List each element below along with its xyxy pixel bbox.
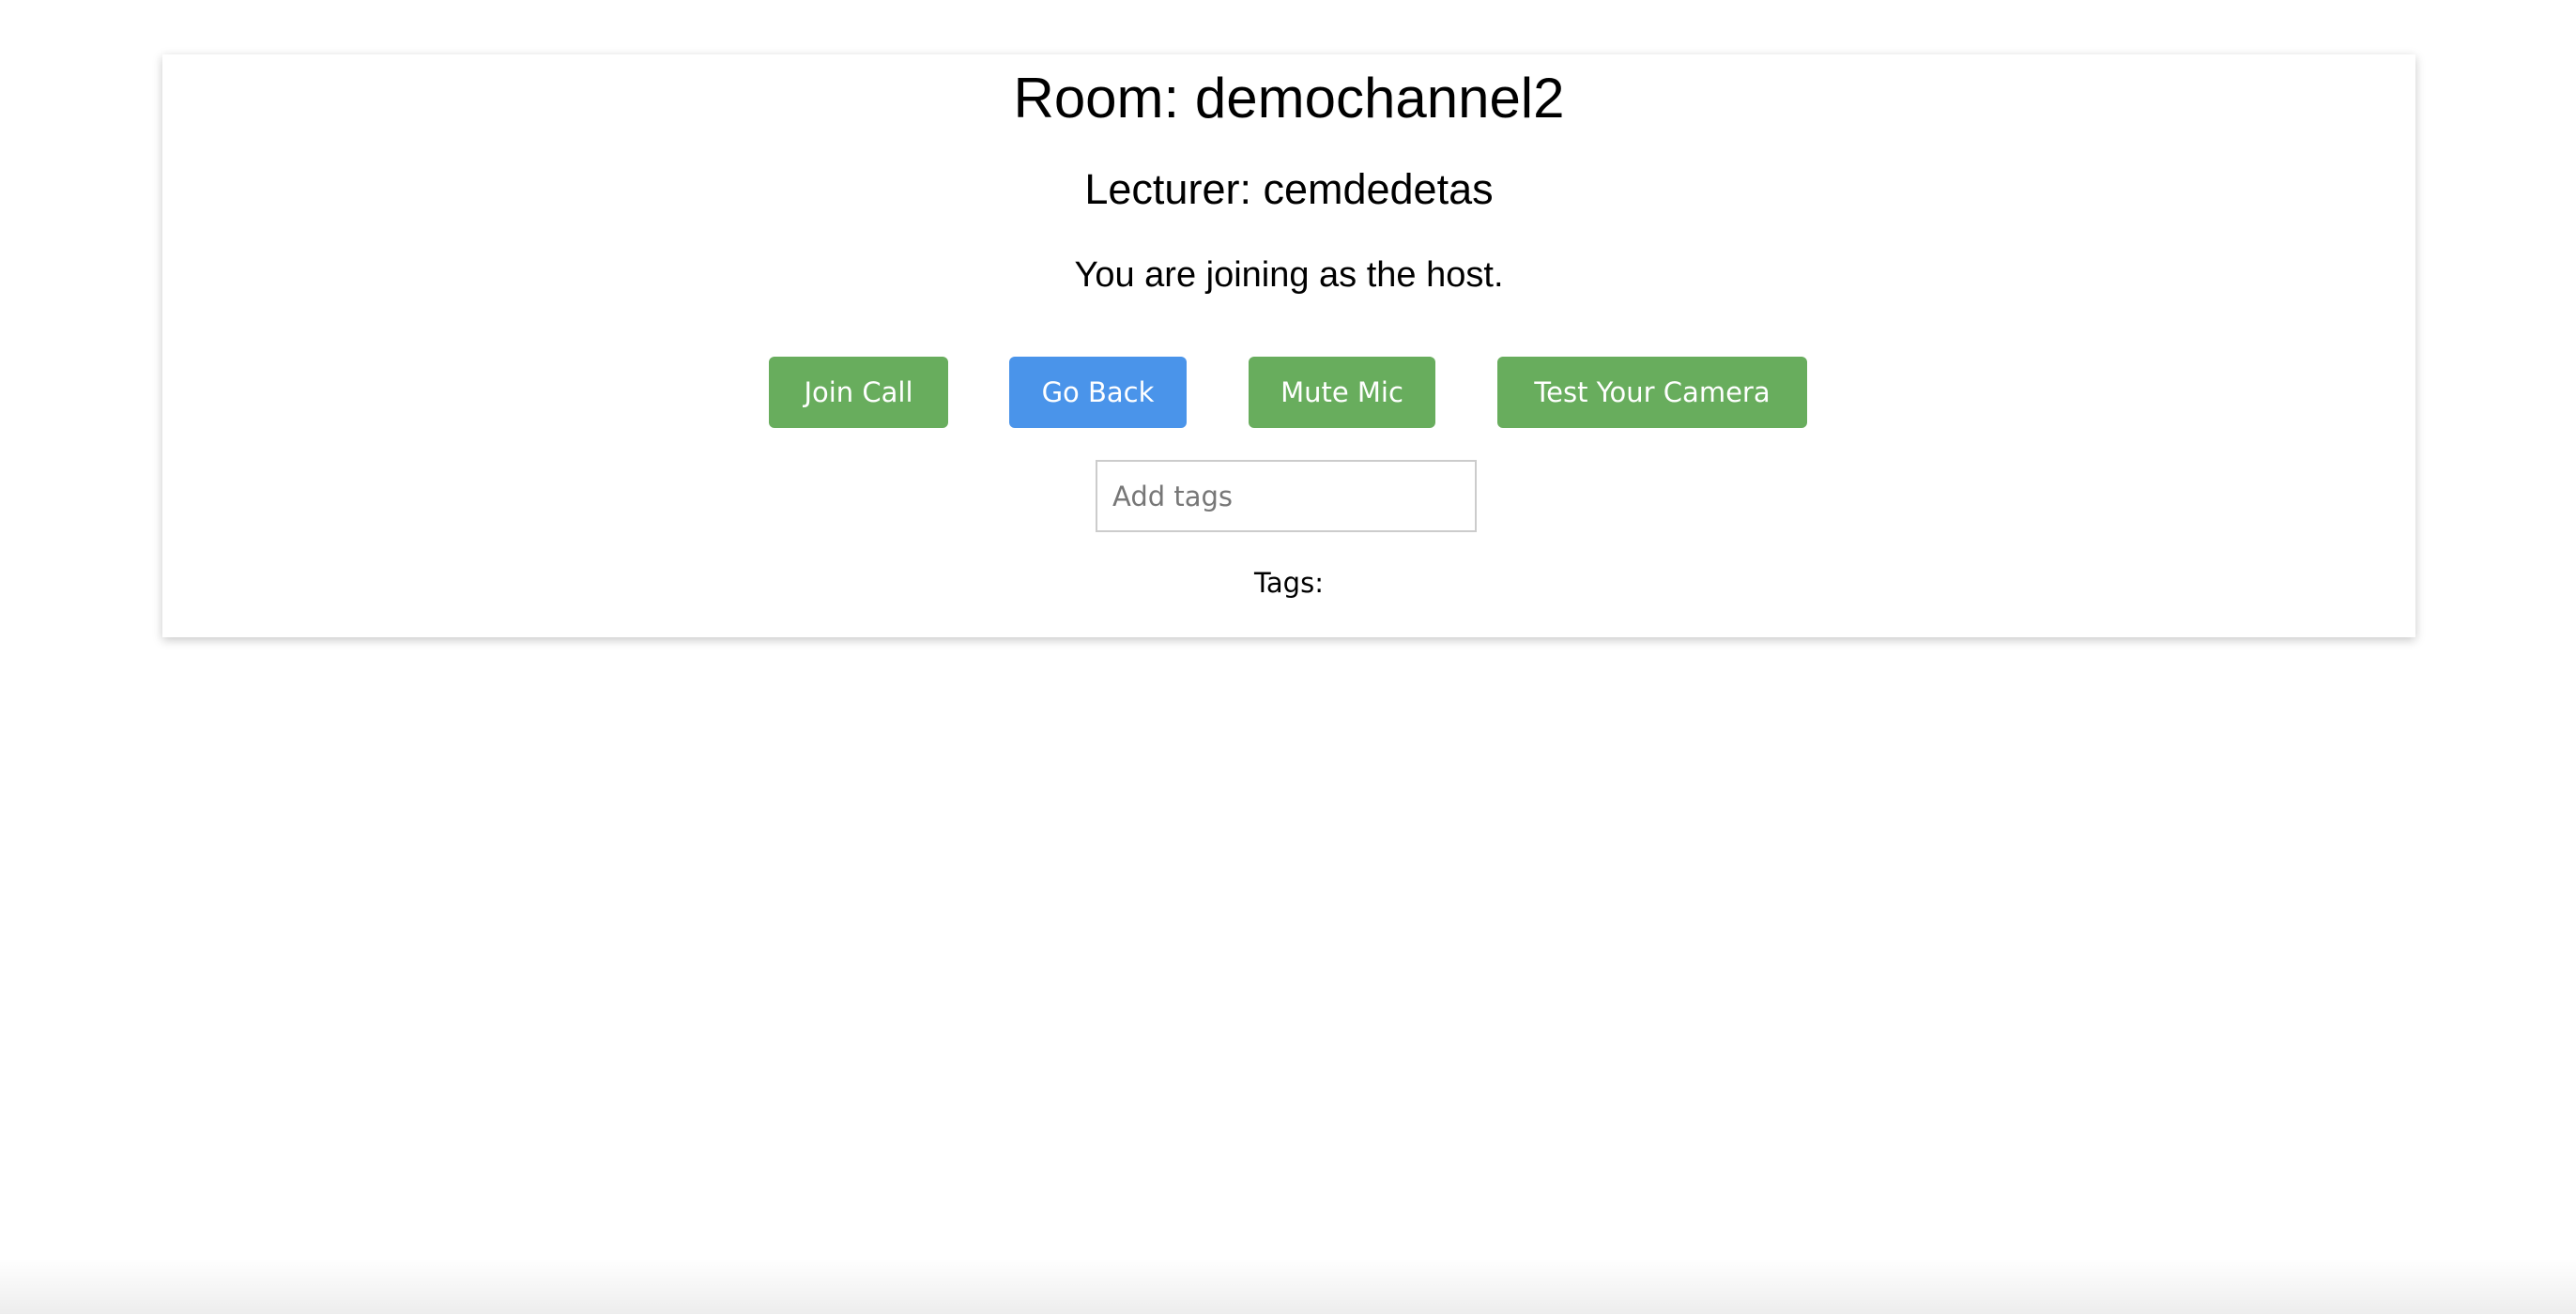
add-tags-input[interactable]: [1096, 460, 1477, 532]
mute-mic-button[interactable]: Mute Mic: [1249, 357, 1435, 428]
room-card: Room: demochannel2 Lecturer: cemdedetas …: [162, 54, 2415, 637]
bottom-shadow: [0, 1258, 2576, 1314]
tags-label: Tags:: [1254, 567, 1324, 599]
lecturer-name: Lecturer: cemdedetas: [1084, 165, 1494, 213]
room-title: Room: demochannel2: [1013, 67, 1565, 130]
test-camera-button[interactable]: Test Your Camera: [1497, 357, 1807, 428]
join-call-button[interactable]: Join Call: [769, 357, 948, 428]
role-message: You are joining as the host.: [1074, 255, 1504, 295]
go-back-button[interactable]: Go Back: [1009, 357, 1187, 428]
